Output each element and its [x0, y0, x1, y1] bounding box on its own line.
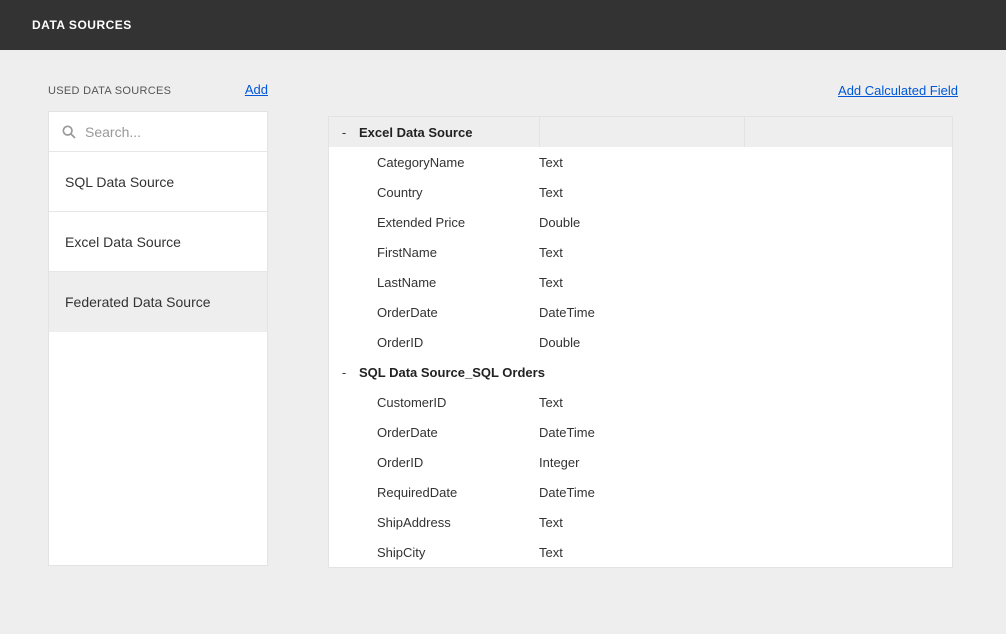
field-name: OrderDate: [329, 305, 539, 320]
sidebar-panel: SQL Data Source Excel Data Source Federa…: [48, 111, 268, 566]
field-name: Extended Price: [329, 215, 539, 230]
field-row[interactable]: Country Text: [329, 177, 952, 207]
field-row[interactable]: ShipAddress Text: [329, 507, 952, 537]
field-group-header: - SQL Data Source_SQL Orders: [329, 357, 952, 387]
field-type: Double: [539, 335, 744, 350]
field-type: Text: [539, 275, 744, 290]
field-row[interactable]: CategoryName Text: [329, 147, 952, 177]
sidebar-item-label: Excel Data Source: [65, 234, 181, 250]
field-group-label: Excel Data Source: [359, 125, 539, 140]
field-type: Text: [539, 395, 744, 410]
field-name: RequiredDate: [329, 485, 539, 500]
add-data-source-link[interactable]: Add: [245, 82, 268, 97]
sidebar-item-label: SQL Data Source: [65, 174, 174, 190]
content-area: USED DATA SOURCES Add SQL Data Source Ex…: [0, 50, 1006, 602]
field-group-label: SQL Data Source_SQL Orders: [359, 365, 545, 380]
field-row[interactable]: CustomerID Text: [329, 387, 952, 417]
field-name: CustomerID: [329, 395, 539, 410]
field-row[interactable]: OrderID Double: [329, 327, 952, 357]
field-type: Text: [539, 515, 744, 530]
sidebar-item-label: Federated Data Source: [65, 294, 211, 310]
field-name: FirstName: [329, 245, 539, 260]
field-name: Country: [329, 185, 539, 200]
main-area: Add Calculated Field - Excel Data Source…: [328, 82, 958, 568]
field-row[interactable]: OrderDate DateTime: [329, 297, 952, 327]
field-group-header: - Excel Data Source: [329, 117, 952, 147]
field-name: ShipAddress: [329, 515, 539, 530]
field-name: LastName: [329, 275, 539, 290]
field-name: OrderDate: [329, 425, 539, 440]
fields-table: - Excel Data Source CategoryName Text Co…: [328, 116, 953, 568]
sidebar-item-federated-data-source[interactable]: Federated Data Source: [49, 272, 267, 332]
field-name: CategoryName: [329, 155, 539, 170]
main-toolbar: Add Calculated Field: [328, 82, 958, 98]
collapse-toggle[interactable]: -: [329, 125, 359, 140]
app-header: DATA SOURCES: [0, 0, 1006, 50]
field-name: OrderID: [329, 335, 539, 350]
sidebar-item-sql-data-source[interactable]: SQL Data Source: [49, 152, 267, 212]
field-type: DateTime: [539, 485, 744, 500]
field-row[interactable]: OrderID Integer: [329, 447, 952, 477]
field-row[interactable]: LastName Text: [329, 267, 952, 297]
collapse-toggle[interactable]: -: [329, 365, 359, 380]
sidebar-header: USED DATA SOURCES Add: [48, 82, 268, 97]
field-type: Text: [539, 185, 744, 200]
field-type: Integer: [539, 455, 744, 470]
field-type: Double: [539, 215, 744, 230]
field-name: ShipCity: [329, 545, 539, 560]
field-type: Text: [539, 545, 744, 560]
search-row: [49, 112, 267, 152]
search-icon: [61, 124, 77, 140]
page-title: DATA SOURCES: [32, 18, 132, 32]
group-header-spacer: [744, 117, 952, 147]
sidebar: USED DATA SOURCES Add SQL Data Source Ex…: [48, 82, 268, 568]
search-input[interactable]: [85, 124, 255, 140]
field-type: Text: [539, 245, 744, 260]
sidebar-title: USED DATA SOURCES: [48, 85, 171, 97]
field-type: DateTime: [539, 425, 744, 440]
field-row[interactable]: RequiredDate DateTime: [329, 477, 952, 507]
group-header-spacer: [539, 117, 744, 147]
field-row[interactable]: ShipCity Text: [329, 537, 952, 567]
field-row[interactable]: OrderDate DateTime: [329, 417, 952, 447]
sidebar-item-excel-data-source[interactable]: Excel Data Source: [49, 212, 267, 272]
field-row[interactable]: FirstName Text: [329, 237, 952, 267]
field-name: OrderID: [329, 455, 539, 470]
add-calculated-field-link[interactable]: Add Calculated Field: [838, 83, 958, 98]
field-type: Text: [539, 155, 744, 170]
field-type: DateTime: [539, 305, 744, 320]
field-row[interactable]: Extended Price Double: [329, 207, 952, 237]
